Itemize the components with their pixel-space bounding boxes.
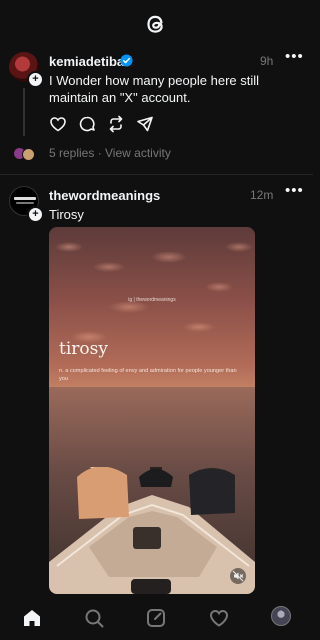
mute-speaker-icon[interactable] <box>230 568 246 584</box>
more-options-icon[interactable]: ••• <box>285 182 304 199</box>
post-time: 9h <box>260 54 274 68</box>
media-handle: ig | thewordmeanings <box>128 297 176 303</box>
like-heart-icon[interactable] <box>48 114 68 134</box>
media-definition: n. a complicated feeling of envy and adm… <box>59 368 237 382</box>
post-text: I Wonder how many people here still main… <box>49 73 260 105</box>
username[interactable]: thewordmeanings <box>49 188 160 203</box>
media-headword: tirosy <box>59 339 108 359</box>
post-time: 12m <box>250 188 274 202</box>
thread-line <box>23 88 25 136</box>
post-kemiadetiba[interactable]: + kemiadetiba 9h ••• I Wonder how many p… <box>0 46 313 174</box>
threads-logo-icon[interactable] <box>141 9 171 39</box>
home-icon[interactable] <box>20 606 44 630</box>
follow-plus-icon[interactable]: + <box>27 206 44 223</box>
activity-heart-icon[interactable] <box>207 606 231 630</box>
post-text: Tirosy <box>49 207 84 222</box>
replies-activity-link[interactable]: 5 replies · View activity <box>49 146 171 160</box>
reply-icon[interactable] <box>77 114 97 134</box>
profile-avatar[interactable] <box>271 606 291 626</box>
post-media-video[interactable]: ig | thewordmeanings tirosy n. a complic… <box>49 227 255 594</box>
replier-avatars <box>14 148 36 161</box>
follow-plus-icon[interactable]: + <box>27 71 44 88</box>
username[interactable]: kemiadetiba <box>49 54 124 69</box>
post-thewordmeanings[interactable]: + thewordmeanings 12m ••• Tirosy ig | th… <box>0 174 313 605</box>
boat-with-people-illustration <box>49 467 255 594</box>
share-send-icon[interactable] <box>135 114 155 134</box>
repost-icon[interactable] <box>106 114 126 134</box>
more-options-icon[interactable]: ••• <box>285 48 304 65</box>
bottom-navigation <box>0 604 313 640</box>
search-icon[interactable] <box>82 606 106 630</box>
compose-icon[interactable] <box>144 606 168 630</box>
verified-badge-icon <box>120 54 133 67</box>
